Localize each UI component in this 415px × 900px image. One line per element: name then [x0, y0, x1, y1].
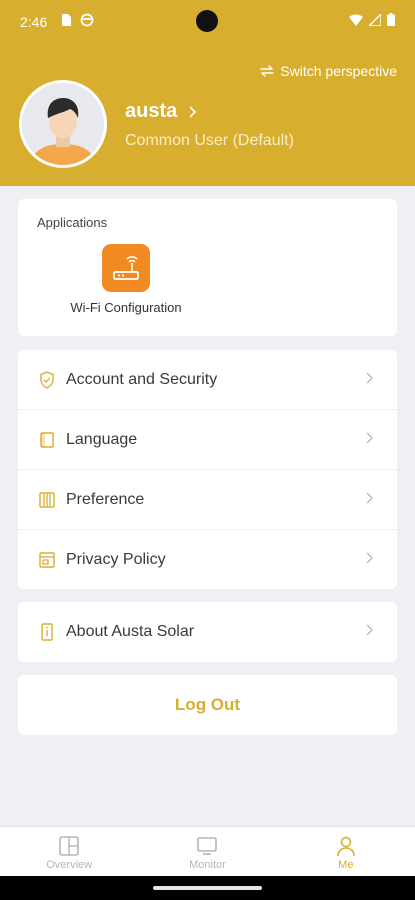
- avatar[interactable]: [19, 80, 107, 168]
- tab-me[interactable]: Me: [277, 827, 415, 876]
- shield-icon: [38, 370, 56, 389]
- chevron-right-icon: [366, 431, 373, 449]
- person-icon: [337, 836, 355, 857]
- swap-arrows-icon: [260, 65, 275, 77]
- settings-menu: Account and Security Language Preference…: [18, 350, 397, 589]
- sim-card-icon: [62, 14, 71, 26]
- logout-button[interactable]: Log Out: [18, 675, 397, 735]
- applications-card: Applications Wi-Fi Configuration: [18, 199, 397, 336]
- sliders-icon: [38, 491, 56, 509]
- switch-perspective-label: Switch perspective: [280, 63, 397, 79]
- applications-title: Applications: [37, 215, 108, 230]
- status-time: 2:46: [20, 14, 48, 30]
- grid-icon: [59, 836, 79, 856]
- cell-signal-icon: [369, 13, 381, 26]
- system-navigation-bar: [0, 876, 415, 900]
- bottom-tab-bar: Overview Monitor Me: [0, 826, 415, 876]
- logout-label: Log Out: [174, 695, 241, 714]
- chevron-right-icon: [366, 623, 373, 641]
- switch-perspective-button[interactable]: Switch perspective: [260, 63, 397, 79]
- chevron-right-icon: [189, 105, 197, 118]
- menu-item-label: About Austa Solar: [66, 623, 195, 640]
- home-gesture-handle[interactable]: [153, 886, 262, 890]
- wifi-signal-icon: [349, 13, 363, 26]
- monitor-icon: [197, 837, 218, 855]
- battery-icon: [387, 13, 395, 26]
- menu-item-language[interactable]: Language: [18, 410, 397, 470]
- tab-label: Me: [338, 859, 354, 871]
- info-icon: [38, 623, 56, 641]
- status-bar: 2:46: [0, 0, 415, 44]
- status-notification-icons: [60, 13, 94, 27]
- status-system-icons: [349, 13, 395, 26]
- app-label: Wi-Fi Configuration: [70, 300, 182, 315]
- book-icon: [38, 431, 56, 449]
- menu-item-about[interactable]: About Austa Solar: [18, 602, 397, 662]
- chevron-right-icon: [366, 371, 373, 389]
- window-icon: [38, 551, 56, 569]
- menu-item-preference[interactable]: Preference: [18, 470, 397, 530]
- tab-overview[interactable]: Overview: [0, 827, 138, 876]
- chevron-right-icon: [366, 491, 373, 509]
- tab-label: Monitor: [189, 859, 226, 871]
- chevron-right-icon: [366, 551, 373, 569]
- tab-label: Overview: [46, 859, 93, 871]
- about-card: About Austa Solar: [18, 602, 397, 662]
- app-wifi-configuration[interactable]: Wi-Fi Configuration: [66, 244, 186, 315]
- front-camera: [196, 10, 218, 32]
- user-name: austa: [125, 100, 178, 122]
- menu-item-label: Language: [66, 430, 138, 448]
- menu-item-label: Preference: [66, 490, 145, 508]
- face-icon: [80, 13, 94, 27]
- wifi-router-icon: [102, 244, 150, 292]
- menu-item-privacy-policy[interactable]: Privacy Policy: [18, 530, 397, 590]
- user-role: Common User (Default): [125, 132, 294, 149]
- tab-monitor[interactable]: Monitor: [138, 827, 276, 876]
- profile-header: 2:46 Switch perspective austa Common Use…: [0, 0, 415, 186]
- menu-item-label: Account and Security: [66, 370, 218, 388]
- menu-item-label: Privacy Policy: [66, 551, 166, 568]
- menu-item-account-security[interactable]: Account and Security: [18, 350, 397, 410]
- user-name-link[interactable]: austa: [125, 100, 197, 123]
- user-avatar-icon: [22, 83, 104, 165]
